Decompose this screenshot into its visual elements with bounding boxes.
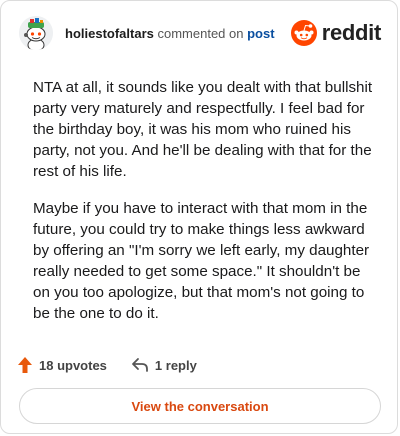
commented-on-text: commented on xyxy=(157,25,244,41)
reply-count: 1 reply xyxy=(154,357,197,373)
comment-paragraph: NTA at all, it sounds like you dealt wit… xyxy=(33,79,373,180)
snoo-avatar-icon xyxy=(19,16,53,50)
comment-meta: holiestofaltars commented on post xyxy=(65,26,275,41)
comment-header: holiestofaltars commented on post reddit xyxy=(19,15,381,51)
reply-arrow-icon xyxy=(132,358,148,372)
username-link[interactable]: holiestofaltars xyxy=(65,26,154,41)
upvote-count: 18 upvotes xyxy=(39,357,107,373)
embedded-comment-card: holiestofaltars commented on post reddit… xyxy=(0,0,398,434)
reddit-snoo-icon xyxy=(290,20,317,46)
comment-body: NTA at all, it sounds like you dealt wit… xyxy=(33,77,375,340)
post-link[interactable]: post xyxy=(247,26,274,41)
reply-button[interactable]: 1 reply xyxy=(131,357,197,373)
reddit-logo[interactable]: reddit xyxy=(290,20,382,46)
upvote-button[interactable]: 18 upvotes xyxy=(17,356,107,374)
view-conversation-button[interactable]: View the conversation xyxy=(19,388,381,424)
comment-paragraph: Maybe if you have to interact with that … xyxy=(33,200,370,322)
upvote-arrow-icon xyxy=(18,357,32,373)
user-avatar[interactable] xyxy=(19,16,53,50)
reddit-wordmark: reddit xyxy=(321,20,382,45)
comment-actions: 18 upvotes 1 reply xyxy=(17,354,221,376)
